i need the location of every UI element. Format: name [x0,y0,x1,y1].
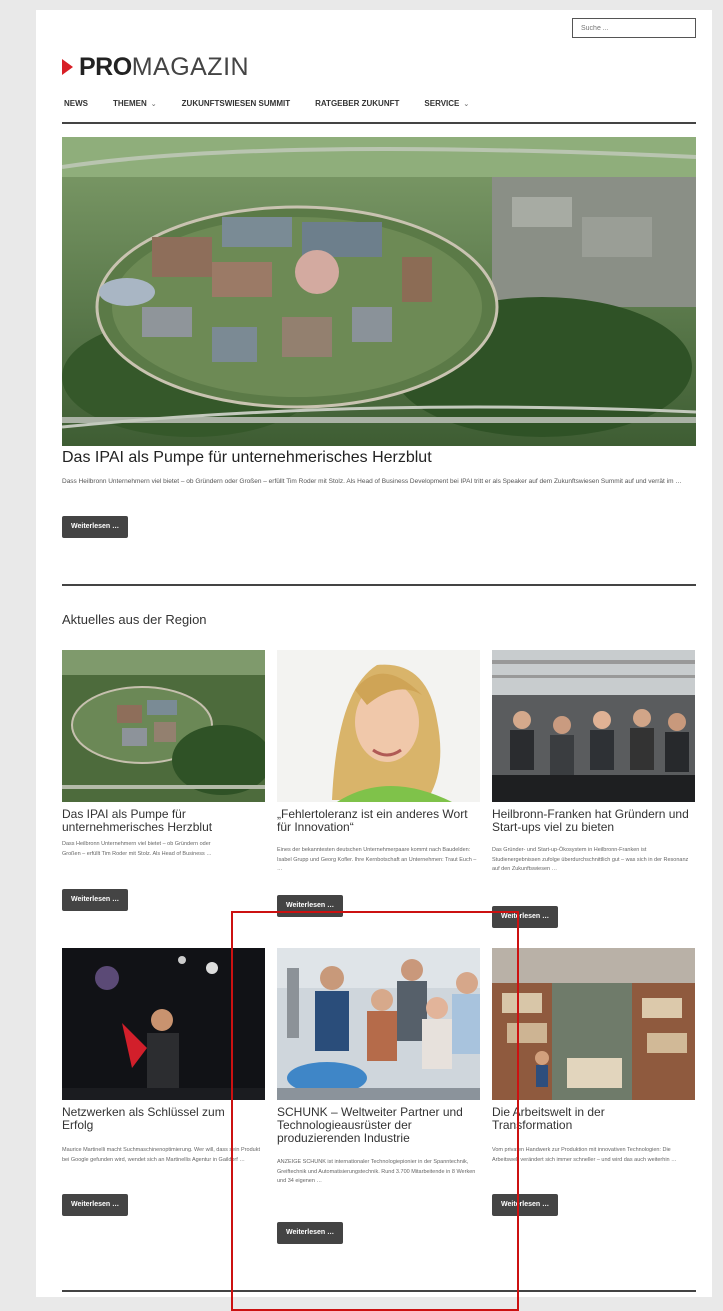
hero-title[interactable]: Das IPAI als Pumpe für unternehmerisches… [62,449,432,467]
team-with-robot-image [277,948,480,1100]
logo-magazin: MAGAZIN [131,52,250,81]
card-excerpt-5: ANZEIGE SCHUNK ist internationaler Techn… [277,1159,476,1184]
nav-item-zukunftswiesen-summit[interactable]: ZUKUNFTSWIESEN SUMMIT [182,99,290,108]
card-title-5[interactable]: SCHUNK – Weltweiter Partner und Technolo… [277,1106,480,1145]
card-read-more-button-6[interactable]: Weiterlesen … [492,1194,559,1216]
speaker-on-stage-image [62,948,265,1100]
card-excerpt-6: Vom privaten Handwerk zur Produktion mit… [492,1147,677,1163]
woman-portrait-image [277,650,480,802]
logo-pro: PRO [79,52,132,81]
conference-audience-image [492,650,695,802]
header-divider [62,122,696,124]
card-excerpt-2: Eines der bekanntesten deutschen Unterne… [277,847,477,872]
search-input[interactable] [572,18,696,38]
card-title-1[interactable]: Das IPAI als Pumpe für unternehmerisches… [62,808,265,834]
nav-item-ratgeber-zukunft[interactable]: RATGEBER ZUKUNFT [315,99,399,108]
card-title-6[interactable]: Die Arbeitswelt in der Transformation [492,1106,652,1132]
card-image-2[interactable] [277,650,480,802]
card-read-more-button-3[interactable]: Weiterlesen … [492,906,559,928]
card-read-more-button-4[interactable]: Weiterlesen … [62,1194,129,1216]
card-image-1[interactable] [62,650,265,802]
bottom-divider [62,1290,696,1292]
logo-chevron-icon [62,59,73,75]
nav-item-news[interactable]: NEWS [64,99,88,108]
card-title-4[interactable]: Netzwerken als Schlüssel zum Erfolg [62,1106,242,1132]
card-title-2[interactable]: „Fehlertoleranz ist ein anderes Wort für… [277,808,480,834]
card-excerpt-4: Maurice Martinelli macht Suchmaschinenop… [62,1147,260,1163]
main-nav: NEWS THEMEN ⌄ ZUKUNFTSWIESEN SUMMIT RATGE… [64,99,494,108]
section-title: Aktuelles aus der Region [62,612,207,627]
card-image-5[interactable] [277,948,480,1100]
hero-excerpt: Dass Heilbronn Unternehmern viel bietet … [62,478,682,485]
workshop-hall-image [492,948,695,1100]
nav-item-themen[interactable]: THEMEN ⌄ [113,99,157,108]
card-read-more-button-2[interactable]: Weiterlesen … [277,895,344,917]
card-read-more-button-1[interactable]: Weiterlesen … [62,889,129,911]
card-excerpt-3: Das Gründer- und Start-up-Ökosystem in H… [492,847,689,872]
card-image-6[interactable] [492,948,695,1100]
card-title-3[interactable]: Heilbronn-Franken hat Gründern und Start… [492,808,695,834]
card-image-3[interactable] [492,650,695,802]
hero-image[interactable] [62,137,696,446]
hero-aerial-campus-image [62,137,696,446]
card-excerpt-1: Dass Heilbronn Unternehmern viel bietet … [62,841,212,857]
site-logo[interactable]: PRO MAGAZIN [62,52,249,82]
section-divider [62,584,696,586]
chevron-down-icon: ⌄ [150,100,157,108]
aerial-campus-thumbnail [62,650,265,802]
card-read-more-button-5[interactable]: Weiterlesen … [277,1222,344,1244]
nav-item-service[interactable]: SERVICE ⌄ [424,99,469,108]
hero-read-more-button[interactable]: Weiterlesen … [62,516,129,538]
card-image-4[interactable] [62,948,265,1100]
chevron-down-icon: ⌄ [463,100,470,108]
